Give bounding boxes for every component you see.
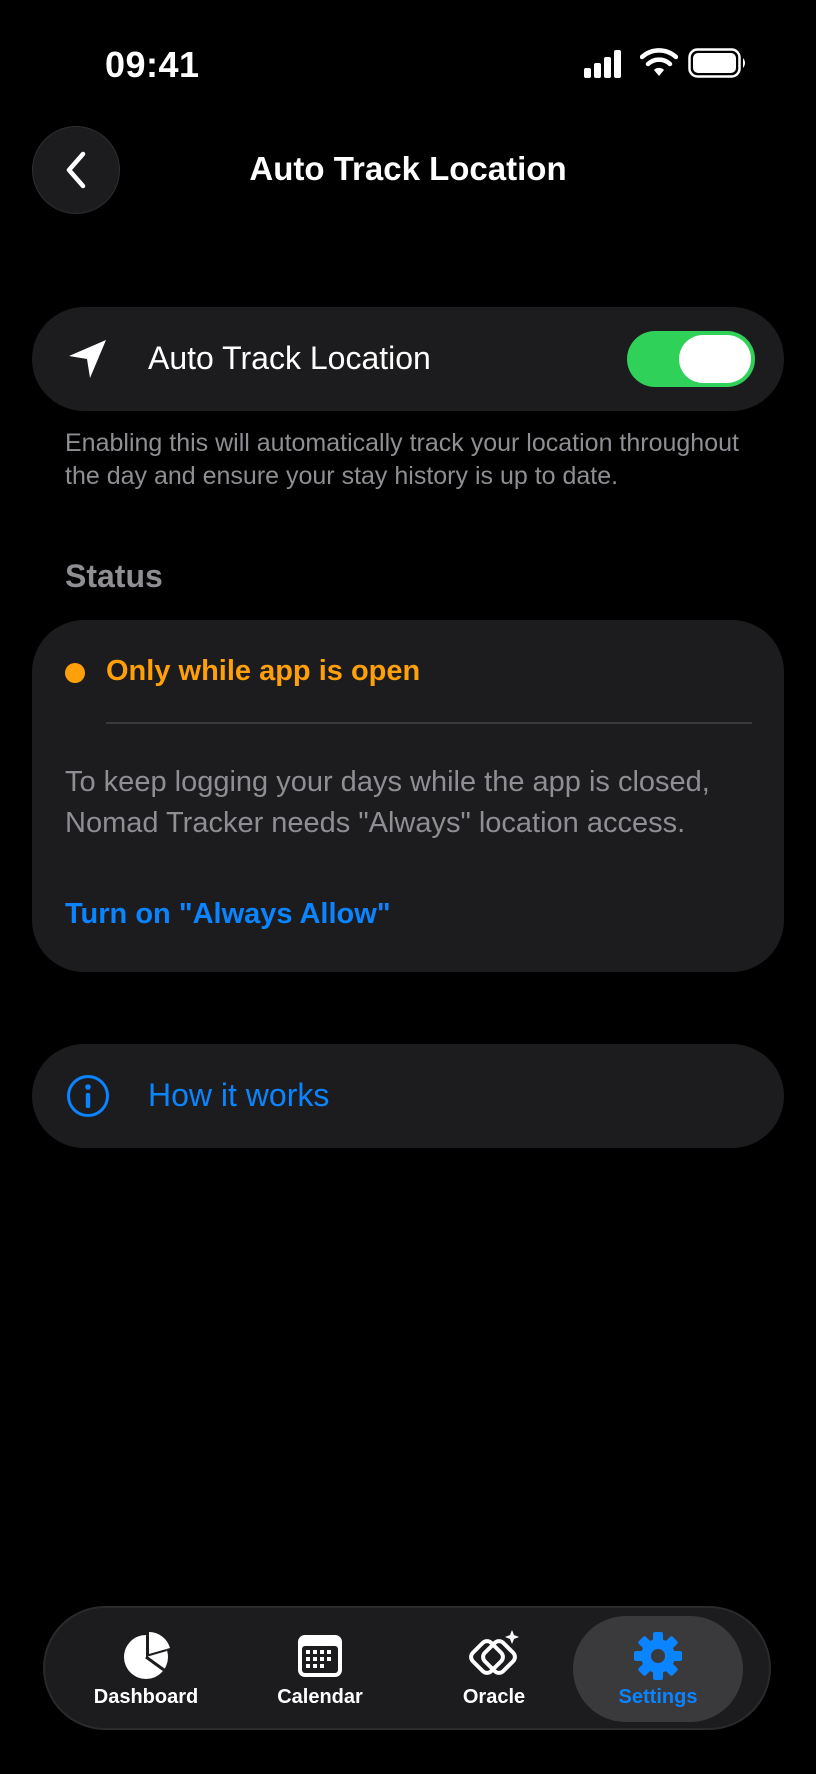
how-it-works-row[interactable]: How it works bbox=[32, 1044, 784, 1148]
auto-track-toggle-row[interactable]: Auto Track Location bbox=[32, 307, 784, 411]
gear-icon bbox=[634, 1632, 682, 1680]
wifi-icon bbox=[640, 48, 678, 76]
tab-calendar[interactable]: Calendar bbox=[235, 1616, 405, 1722]
location-arrow-icon bbox=[69, 340, 106, 378]
status-explanation: To keep logging your days while the app … bbox=[65, 766, 710, 839]
status-card: Only while app is open To keep logging y… bbox=[32, 620, 784, 972]
switch-knob bbox=[679, 335, 751, 383]
tab-label: Dashboard bbox=[93, 1686, 199, 1708]
info-icon bbox=[67, 1075, 109, 1117]
cellular-signal-icon bbox=[584, 50, 621, 78]
battery-icon bbox=[688, 48, 745, 78]
calendar-icon bbox=[298, 1635, 342, 1677]
status-time: 09:41 bbox=[105, 44, 200, 85]
tab-label: Calendar bbox=[277, 1686, 363, 1708]
tab-label: Oracle bbox=[462, 1686, 526, 1708]
oracle-sparkle-icon bbox=[469, 1630, 519, 1675]
tab-dashboard[interactable]: Dashboard bbox=[61, 1616, 231, 1722]
how-it-works-label: How it works bbox=[148, 1077, 330, 1113]
tab-oracle[interactable]: Oracle bbox=[409, 1616, 579, 1722]
tab-bar: Dashboard Calendar Oracle Settings bbox=[43, 1606, 771, 1730]
toggle-label: Auto Track Location bbox=[148, 340, 431, 376]
divider bbox=[106, 722, 752, 724]
pie-chart-icon bbox=[124, 1632, 170, 1679]
auto-track-switch[interactable] bbox=[627, 331, 755, 387]
tab-label: Settings bbox=[618, 1686, 698, 1708]
tab-settings[interactable]: Settings bbox=[573, 1616, 743, 1722]
toggle-description: Enabling this will automatically track y… bbox=[65, 429, 739, 490]
page-title: Auto Track Location bbox=[249, 150, 567, 187]
status-section-header: Status bbox=[65, 558, 163, 594]
status-indicator-dot bbox=[65, 663, 85, 683]
status-bar: 09:41 bbox=[0, 0, 816, 130]
always-allow-link[interactable]: Turn on "Always Allow" bbox=[65, 898, 391, 931]
status-state: Only while app is open bbox=[106, 655, 421, 687]
